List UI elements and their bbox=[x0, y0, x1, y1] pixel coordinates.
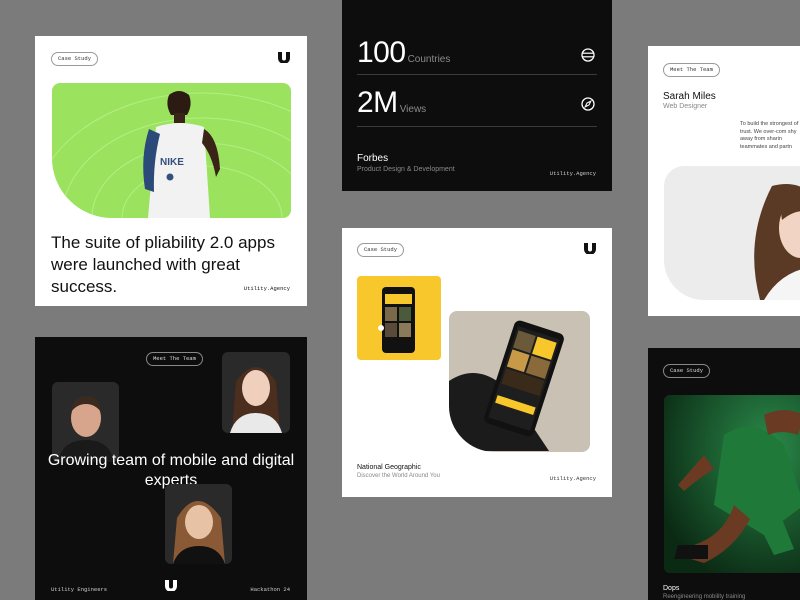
member-name: Sarah Miles bbox=[663, 91, 716, 102]
team-member-card-sarah[interactable]: Meet The Team Sarah Miles Web Designer T… bbox=[648, 46, 800, 316]
stat-value: 100 bbox=[357, 36, 406, 69]
phone-mockup-photo bbox=[449, 311, 590, 452]
divider bbox=[357, 126, 597, 127]
case-study-card-apps[interactable]: Case Study NIKE The suite of pliability … bbox=[35, 36, 307, 306]
client-name: Dops bbox=[663, 585, 680, 592]
utility-logo-icon bbox=[278, 52, 290, 63]
meet-team-badge: Meet The Team bbox=[663, 63, 720, 77]
member-quote: To build the strongest of trust. We over… bbox=[740, 121, 799, 150]
shirt-logo-text: NIKE bbox=[160, 157, 184, 168]
app-screen-preview bbox=[357, 276, 441, 360]
case-study-badge: Case Study bbox=[357, 243, 405, 257]
footer-right-label: Hackathon 24 bbox=[250, 586, 290, 593]
agency-label: Utility.Agency bbox=[549, 170, 596, 177]
team-avatar-woman bbox=[222, 352, 290, 433]
case-study-badge: Case Study bbox=[663, 364, 711, 378]
stat-countries: 100 Countries bbox=[357, 36, 450, 70]
stat-value: 2M bbox=[357, 86, 398, 119]
case-study-badge: Case Study bbox=[51, 52, 99, 66]
meet-team-badge: Meet The Team bbox=[146, 352, 203, 366]
client-tagline: Reengineering mobility training bbox=[663, 594, 746, 600]
stat-label: Countries bbox=[407, 54, 451, 65]
member-role: Web Designer bbox=[663, 103, 708, 110]
stats-card-forbes[interactable]: 100 Countries 2M Views Forbes Product Desi… bbox=[342, 0, 612, 191]
agency-label: Utility.Agency bbox=[243, 285, 290, 292]
agency-label: Utility.Agency bbox=[549, 475, 596, 482]
client-name: National Geographic bbox=[357, 464, 421, 471]
compass-icon bbox=[581, 97, 595, 111]
footer-left-label: Utility Engineers bbox=[51, 586, 108, 593]
athlete-hero-image: NIKE bbox=[52, 83, 291, 218]
team-growth-card[interactable]: Meet The Team Growing team of mobile and… bbox=[35, 337, 307, 600]
member-photo bbox=[664, 166, 800, 300]
stat-views: 2M Views bbox=[357, 86, 426, 120]
divider bbox=[357, 74, 597, 75]
globe-icon bbox=[581, 48, 595, 62]
stat-label: Views bbox=[399, 104, 427, 115]
team-avatar-woman-2 bbox=[165, 484, 232, 564]
case-study-card-natgeo[interactable]: Case Study National Geographic Discover … bbox=[342, 228, 612, 497]
client-tagline: Discover the World Around You bbox=[357, 473, 440, 479]
client-name: Forbes bbox=[357, 153, 389, 164]
utility-logo-icon bbox=[165, 580, 177, 591]
utility-logo-icon bbox=[584, 243, 596, 254]
service-label: Product Design & Development bbox=[357, 166, 455, 173]
basketball-player-photo bbox=[664, 395, 800, 573]
case-study-card-dops[interactable]: Case Study Dops Reengineering mobility t… bbox=[648, 348, 800, 600]
team-avatar-man bbox=[52, 382, 119, 462]
